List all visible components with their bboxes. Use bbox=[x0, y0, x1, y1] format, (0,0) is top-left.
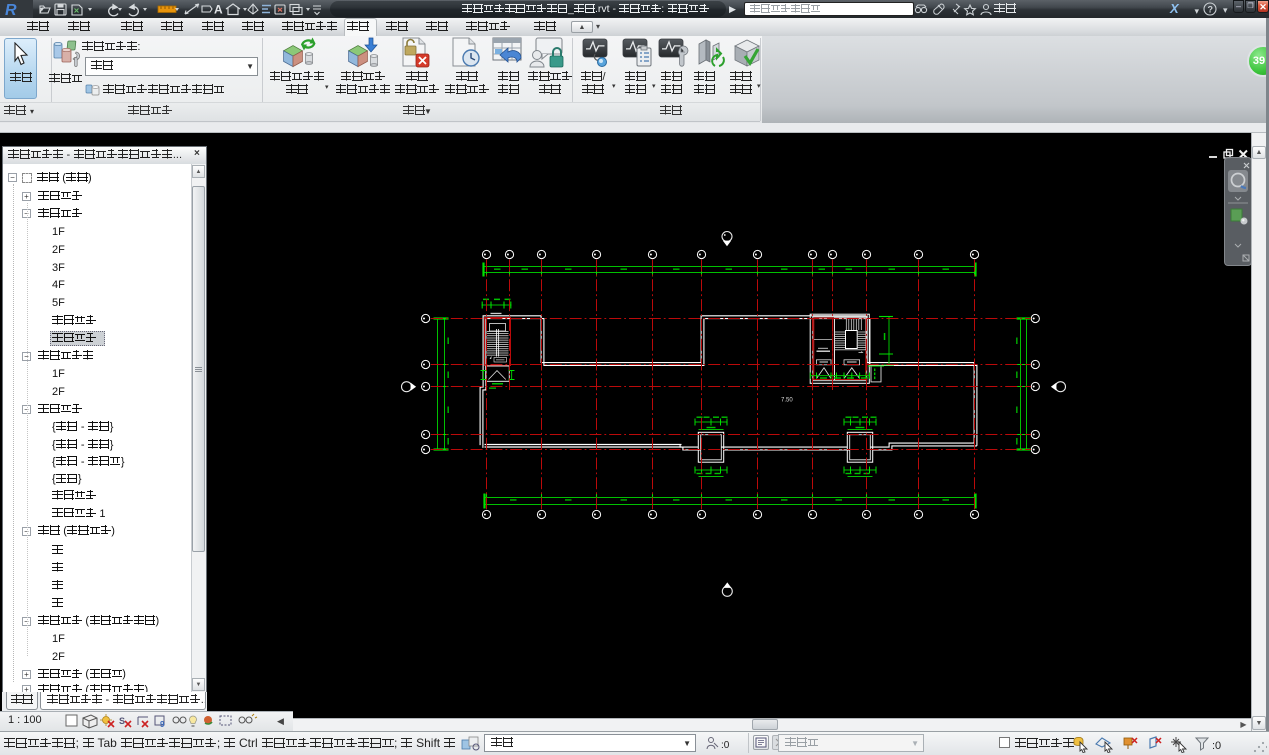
svg-text:R: R bbox=[5, 2, 17, 18]
svg-text::0: :0 bbox=[721, 740, 730, 751]
svg-text:S: S bbox=[119, 716, 125, 726]
svg-text:7.50: 7.50 bbox=[781, 398, 793, 404]
svg-text:▾: ▾ bbox=[1223, 5, 1228, 15]
svg-text:9: 9 bbox=[160, 720, 165, 729]
svg-text:?: ? bbox=[1208, 5, 1214, 15]
svg-text:▾: ▾ bbox=[1194, 6, 1199, 16]
svg-text:A: A bbox=[214, 3, 223, 17]
